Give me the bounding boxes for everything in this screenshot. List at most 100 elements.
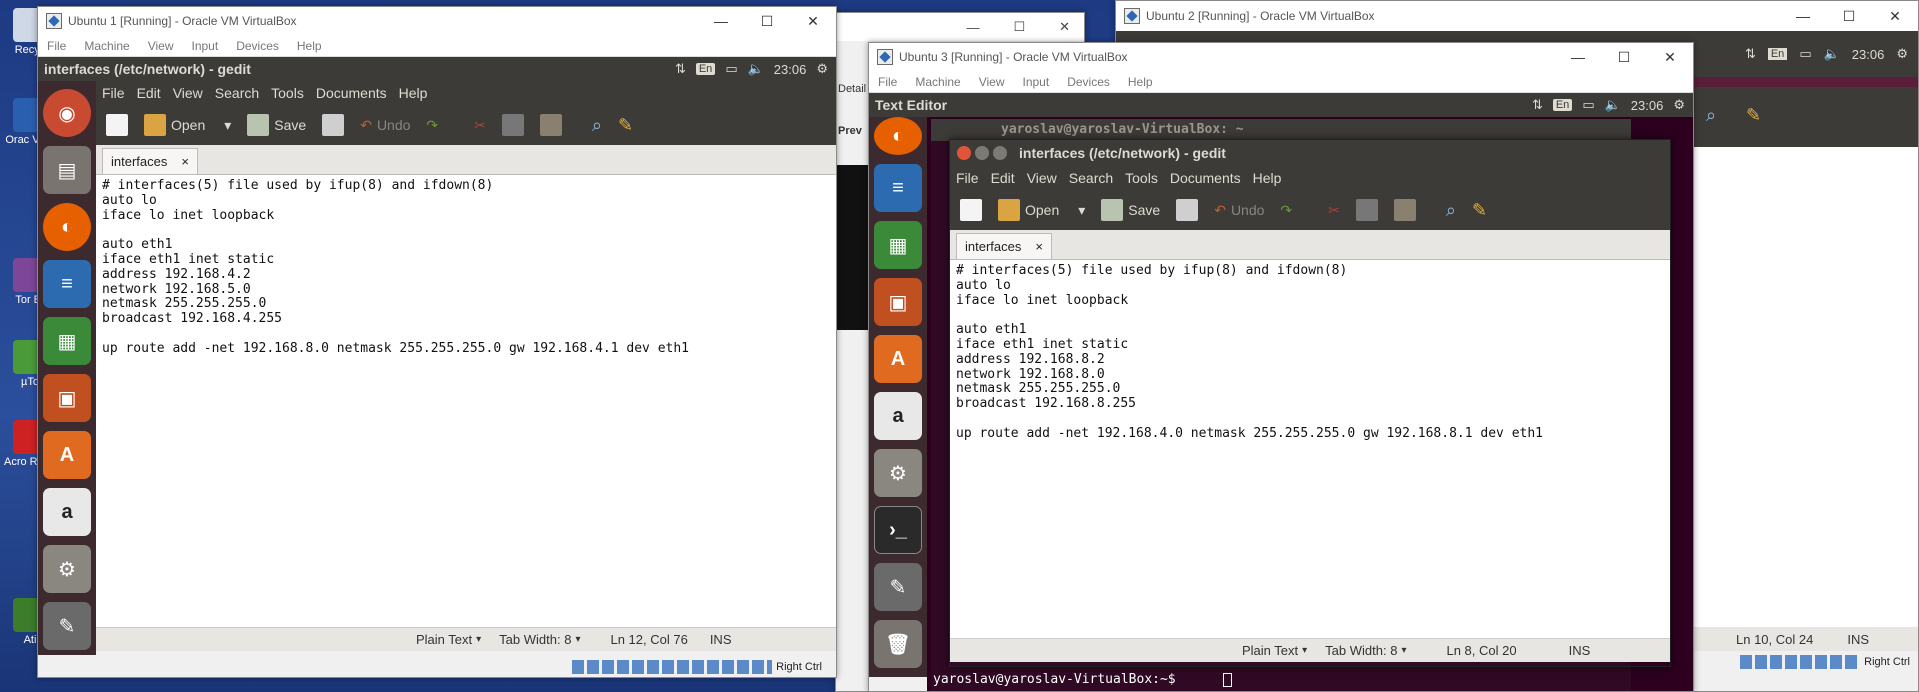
clock[interactable]: 23:06 (1852, 47, 1885, 62)
insert-mode[interactable]: INS (710, 632, 732, 647)
close-icon[interactable]: ✕ (1059, 19, 1070, 35)
paste-button[interactable] (536, 114, 566, 136)
close-icon[interactable]: ✕ (790, 7, 836, 35)
menu-machine[interactable]: Machine (75, 39, 138, 53)
chevron-down-icon[interactable]: ▾ (224, 117, 231, 134)
software-center-icon[interactable]: A (43, 431, 91, 479)
terminal-icon[interactable]: ›_ (874, 506, 922, 554)
clock[interactable]: 23:06 (774, 62, 807, 77)
volume-icon[interactable]: 🔈 (1605, 97, 1621, 113)
copy-button[interactable] (498, 114, 528, 136)
tab-width-selector[interactable]: Tab Width: 8 (1325, 643, 1397, 658)
chevron-down-icon[interactable]: ▾ (1302, 645, 1307, 656)
minimize-icon[interactable]: — (698, 7, 744, 35)
writer-icon[interactable]: ≡ (874, 164, 922, 212)
menu-file[interactable]: File (869, 75, 906, 89)
menu-view[interactable]: View (970, 75, 1014, 89)
files-icon[interactable]: ▤ (43, 146, 91, 194)
software-center-icon[interactable]: A (874, 335, 922, 383)
vm3-gedit[interactable]: interfaces (/etc/network) - gedit File E… (949, 139, 1671, 667)
keyboard-layout-indicator[interactable]: En (1552, 99, 1573, 111)
gedit-menu-file[interactable]: File (96, 85, 131, 101)
vm2-titlebar[interactable]: Ubuntu 2 [Running] - Oracle VM VirtualBo… (1116, 1, 1918, 31)
menu-file[interactable]: File (38, 39, 75, 53)
amazon-icon[interactable]: a (874, 392, 922, 440)
minimize-icon[interactable]: — (1555, 43, 1601, 71)
tab-interfaces[interactable]: interfaces × (956, 233, 1052, 259)
print-button[interactable] (318, 114, 348, 136)
network-icon[interactable]: ⇅ (1532, 97, 1543, 113)
preferences-icon[interactable]: ✎ (1746, 105, 1761, 126)
chevron-down-icon[interactable]: ▾ (575, 634, 580, 645)
minimize-icon[interactable]: — (966, 20, 979, 35)
menu-devices[interactable]: Devices (1058, 75, 1119, 89)
gedit-menu-search[interactable]: Search (209, 85, 265, 101)
close-icon[interactable]: ✕ (1872, 1, 1918, 31)
gear-icon[interactable]: ⚙ (816, 61, 828, 77)
copy-button[interactable] (1352, 199, 1382, 221)
tab-interfaces[interactable]: interfaces × (102, 148, 198, 174)
network-icon[interactable]: ⇅ (1745, 46, 1756, 62)
gedit-menu-edit[interactable]: Edit (131, 85, 167, 101)
text-editor-area[interactable]: # interfaces(5) file used by ifup(8) and… (950, 260, 1670, 638)
keyboard-layout-indicator[interactable]: En (695, 63, 716, 75)
replace-button[interactable]: ✎ (614, 115, 637, 136)
gedit-icon[interactable]: ✎ (43, 602, 91, 650)
maximize-icon[interactable]: ☐ (1601, 43, 1647, 71)
redo-button[interactable]: ↷ (1276, 202, 1296, 219)
close-icon[interactable] (957, 146, 971, 160)
gear-icon[interactable]: ⚙ (1673, 97, 1685, 113)
gedit-menu-view[interactable]: View (167, 85, 209, 101)
insert-mode[interactable]: INS (1569, 643, 1591, 658)
gedit-menu-documents[interactable]: Documents (310, 85, 393, 101)
language-selector[interactable]: Plain Text (1242, 643, 1298, 658)
maximize-icon[interactable]: ☐ (1013, 19, 1025, 35)
network-icon[interactable]: ⇅ (675, 61, 686, 77)
gear-icon[interactable]: ⚙ (1896, 46, 1908, 62)
gedit-menu-view[interactable]: View (1021, 170, 1063, 186)
chevron-down-icon[interactable]: ▾ (1401, 645, 1406, 656)
gedit-menu-documents[interactable]: Documents (1164, 170, 1247, 186)
open-button[interactable]: Open ▾ (140, 114, 235, 136)
impress-icon[interactable]: ▣ (874, 278, 922, 326)
ubuntu-dash-icon[interactable]: ◉ (43, 89, 91, 137)
battery-icon[interactable]: ▭ (725, 61, 737, 77)
gedit-icon[interactable]: ✎ (874, 563, 922, 611)
undo-button[interactable]: ↶ Undo (1210, 202, 1268, 219)
save-button[interactable]: Save (1097, 199, 1164, 221)
keyboard-layout-indicator[interactable]: En (1767, 48, 1788, 60)
gedit-menu-tools[interactable]: Tools (1119, 170, 1164, 186)
new-button[interactable] (956, 199, 986, 221)
device-icons[interactable] (572, 660, 773, 674)
maximize-icon[interactable]: ☐ (1826, 1, 1872, 31)
open-button[interactable]: Open ▾ (994, 199, 1089, 221)
vm3-titlebar[interactable]: Ubuntu 3 [Running] - Oracle VM VirtualBo… (869, 43, 1693, 71)
new-button[interactable] (102, 114, 132, 136)
save-button[interactable]: Save (243, 114, 310, 136)
redo-button[interactable]: ↷ (422, 117, 442, 134)
minimize-icon[interactable]: — (1780, 1, 1826, 31)
menu-machine[interactable]: Machine (906, 75, 969, 89)
undo-button[interactable]: ↶ Undo (356, 117, 414, 134)
gedit-menu-help[interactable]: Help (1247, 170, 1288, 186)
menu-devices[interactable]: Devices (227, 39, 288, 53)
menu-help[interactable]: Help (1119, 75, 1162, 89)
paste-button[interactable] (1390, 199, 1420, 221)
vm3-window[interactable]: Ubuntu 3 [Running] - Oracle VM VirtualBo… (868, 42, 1694, 692)
close-icon[interactable]: × (1035, 239, 1043, 254)
minimize-icon[interactable] (975, 146, 989, 160)
search-button[interactable]: ⌕ (1442, 200, 1460, 221)
chevron-down-icon[interactable]: ▾ (1078, 202, 1085, 219)
menu-input[interactable]: Input (183, 39, 228, 53)
menu-help[interactable]: Help (288, 39, 331, 53)
gedit-menu-file[interactable]: File (950, 170, 985, 186)
battery-icon[interactable]: ▭ (1582, 97, 1594, 113)
gedit-menu-search[interactable]: Search (1063, 170, 1119, 186)
trash-icon[interactable]: 🗑 (874, 620, 922, 668)
gedit-menu-help[interactable]: Help (393, 85, 434, 101)
vm1-titlebar[interactable]: Ubuntu 1 [Running] - Oracle VM VirtualBo… (38, 7, 836, 35)
search-icon[interactable]: ⌕ (1706, 105, 1716, 126)
gedit-menu-tools[interactable]: Tools (265, 85, 310, 101)
battery-icon[interactable]: ▭ (1799, 46, 1811, 62)
volume-icon[interactable]: 🔈 (1824, 46, 1840, 62)
